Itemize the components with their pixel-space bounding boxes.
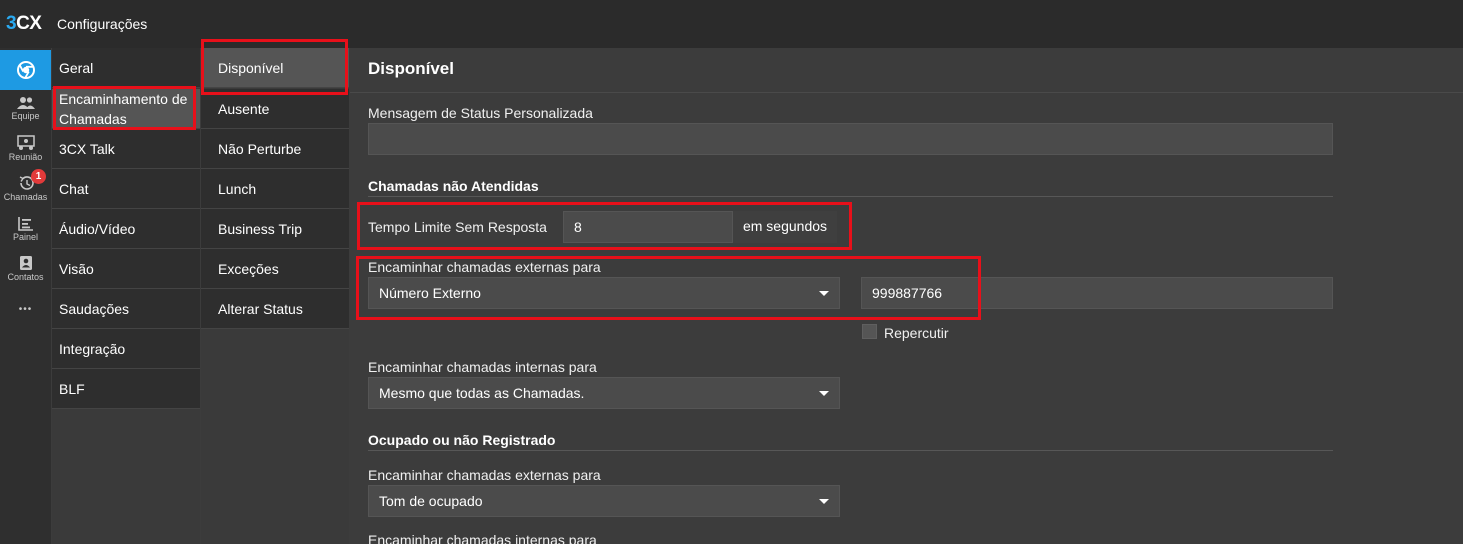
menu-item-blf[interactable]: BLF xyxy=(52,369,200,409)
forward-external-label: Encaminhar chamadas externas para xyxy=(368,259,601,275)
status-item-available[interactable]: Disponível xyxy=(201,48,349,88)
menu-item-call-forwarding[interactable]: Encaminhamento de Chamadas xyxy=(52,89,200,129)
app-title: Configurações xyxy=(57,16,148,32)
status-item-lunch[interactable]: Lunch xyxy=(201,169,349,209)
busy-forward-external-label: Encaminhar chamadas externas para xyxy=(368,467,601,483)
rail-label-calls: Chamadas xyxy=(3,192,48,202)
rail-item-contacts[interactable]: Contatos xyxy=(0,252,51,292)
bounce-label: Repercutir xyxy=(884,325,949,341)
icon-rail: Equipe Reunião 1 Chamadas Painel Contato… xyxy=(0,48,51,544)
rail-item-panel[interactable]: Painel xyxy=(0,212,51,252)
menu-item-call-forwarding-line1: Encaminhamento de xyxy=(59,91,188,107)
menu-item-call-forwarding-line2: Chamadas xyxy=(59,111,127,127)
forward-external-select[interactable]: Número Externo xyxy=(368,277,840,309)
settings-category-menu: Geral Encaminhamento de Chamadas 3CX Tal… xyxy=(52,48,200,544)
title-divider xyxy=(350,92,1463,93)
team-icon xyxy=(16,97,35,109)
forward-external-select-value: Número Externo xyxy=(379,285,481,301)
missed-calls-badge: 1 xyxy=(31,169,46,184)
busy-forward-internal-label: Encaminhar chamadas internas para xyxy=(368,532,597,544)
status-item-business-trip[interactable]: Business Trip xyxy=(201,209,349,249)
status-menu: Disponível Ausente Não Perturbe Lunch Bu… xyxy=(201,48,349,544)
menu-item-greetings[interactable]: Saudações xyxy=(52,289,200,329)
page-title: Disponível xyxy=(368,59,454,78)
missed-calls-section-title: Chamadas não Atendidas xyxy=(368,178,539,194)
more-icon[interactable]: ••• xyxy=(0,298,51,322)
rail-label-panel: Painel xyxy=(12,232,39,242)
settings-content: Disponível Mensagem de Status Personaliz… xyxy=(350,48,1463,544)
menu-item-general[interactable]: Geral xyxy=(52,48,200,88)
rail-label-meeting: Reunião xyxy=(8,152,43,162)
rail-item-calls[interactable]: 1 Chamadas xyxy=(0,169,51,212)
no-answer-timeout-label: Tempo Limite Sem Resposta xyxy=(368,219,547,235)
menu-item-integration[interactable]: Integração xyxy=(52,329,200,369)
chevron-down-icon xyxy=(819,291,829,296)
menu-item-audio-video[interactable]: Áudio/Vídeo xyxy=(52,209,200,249)
no-answer-timeout-input[interactable]: 8 xyxy=(563,211,733,243)
busy-section-title: Ocupado ou não Registrado xyxy=(368,432,556,448)
contacts-icon xyxy=(19,256,32,270)
missed-calls-divider xyxy=(368,196,1333,197)
status-item-away[interactable]: Ausente xyxy=(201,89,349,129)
timeout-unit-addon: em segundos xyxy=(733,211,837,243)
forward-internal-label: Encaminhar chamadas internas para xyxy=(368,359,597,375)
busy-forward-external-select-value: Tom de ocupado xyxy=(379,493,483,509)
rail-label-team: Equipe xyxy=(11,111,40,121)
chevron-down-icon xyxy=(819,391,829,396)
meeting-icon xyxy=(16,135,35,150)
busy-section-divider xyxy=(368,450,1333,451)
rail-item-meeting[interactable]: Reunião xyxy=(0,132,51,172)
status-item-dnd[interactable]: Não Perturbe xyxy=(201,129,349,169)
bounce-checkbox[interactable] xyxy=(862,324,877,339)
chrome-icon xyxy=(16,61,35,79)
custom-status-input[interactable] xyxy=(368,123,1333,155)
menu-item-view[interactable]: Visão xyxy=(52,249,200,289)
forward-internal-select[interactable]: Mesmo que todas as Chamadas. xyxy=(368,377,840,409)
menu-item-chat[interactable]: Chat xyxy=(52,169,200,209)
rail-item-team[interactable]: Equipe xyxy=(0,92,51,132)
custom-status-label: Mensagem de Status Personalizada xyxy=(368,105,593,121)
rail-item-browser[interactable] xyxy=(0,50,51,90)
top-bar: 3CX Configurações xyxy=(0,0,1463,48)
rail-label-contacts: Contatos xyxy=(7,272,44,282)
external-number-input[interactable]: 999887766 xyxy=(861,277,1333,309)
forward-internal-select-value: Mesmo que todas as Chamadas. xyxy=(379,385,585,401)
status-item-exceptions[interactable]: Exceções xyxy=(201,249,349,289)
chevron-down-icon xyxy=(819,499,829,504)
busy-forward-external-select[interactable]: Tom de ocupado xyxy=(368,485,840,517)
panel-icon xyxy=(17,217,33,231)
menu-item-3cx-talk[interactable]: 3CX Talk xyxy=(52,129,200,169)
3cx-logo: 3CX xyxy=(6,13,42,34)
status-item-change-status[interactable]: Alterar Status xyxy=(201,289,349,329)
